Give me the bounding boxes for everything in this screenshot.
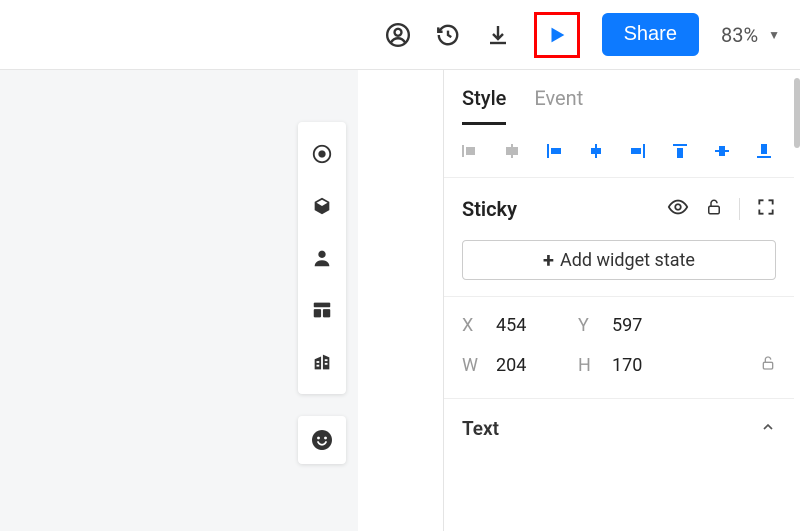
zoom-level[interactable]: 83% ▼ bbox=[721, 23, 780, 47]
align-v-middle-icon[interactable] bbox=[710, 139, 734, 163]
geometry-h[interactable]: H 170 bbox=[578, 355, 694, 376]
tool-3d-icon[interactable] bbox=[298, 180, 346, 232]
tool-target-icon[interactable] bbox=[298, 128, 346, 180]
alignment-row bbox=[444, 125, 794, 178]
preview-play-button[interactable] bbox=[534, 12, 580, 58]
align-h-center-icon[interactable] bbox=[584, 139, 608, 163]
inspector-panel: Style Event bbox=[443, 70, 800, 531]
separator bbox=[739, 198, 740, 220]
align-h-right-icon[interactable] bbox=[626, 139, 650, 163]
tool-emoji-icon[interactable] bbox=[298, 416, 346, 464]
zoom-value: 83% bbox=[721, 23, 758, 47]
lock-icon[interactable] bbox=[705, 197, 723, 221]
widget-name: Sticky bbox=[462, 197, 517, 221]
align-v-bottom-icon[interactable] bbox=[752, 139, 776, 163]
geometry-y[interactable]: Y 597 bbox=[578, 315, 694, 336]
plus-icon: + bbox=[543, 248, 554, 272]
account-icon[interactable] bbox=[384, 21, 412, 49]
expand-icon[interactable] bbox=[756, 197, 776, 221]
align-v-top-icon[interactable] bbox=[668, 139, 692, 163]
tab-event[interactable]: Event bbox=[534, 86, 583, 125]
history-icon[interactable] bbox=[434, 21, 462, 49]
text-section-label: Text bbox=[462, 417, 499, 440]
geometry-section: X 454 Y 597 W 204 H 170 bbox=[444, 297, 794, 398]
panel-scrollbar[interactable] bbox=[794, 78, 800, 523]
add-widget-state-label: Add widget state bbox=[560, 250, 695, 271]
inspector-tabs: Style Event bbox=[444, 70, 794, 125]
share-button[interactable]: Share bbox=[602, 13, 699, 56]
add-widget-state-button[interactable]: + Add widget state bbox=[462, 240, 776, 280]
widget-section-header: Sticky bbox=[444, 178, 794, 240]
chevron-down-icon: ▼ bbox=[768, 28, 780, 42]
tab-style[interactable]: Style bbox=[462, 86, 506, 125]
align-left-icon[interactable] bbox=[458, 139, 482, 163]
geometry-w[interactable]: W 204 bbox=[462, 355, 578, 376]
align-center-h-icon[interactable] bbox=[500, 139, 524, 163]
tool-building-icon[interactable] bbox=[298, 336, 346, 388]
chevron-up-icon bbox=[760, 419, 776, 439]
align-h-left-icon[interactable] bbox=[542, 139, 566, 163]
visibility-icon[interactable] bbox=[667, 196, 689, 222]
download-icon[interactable] bbox=[484, 21, 512, 49]
tool-person-icon[interactable] bbox=[298, 232, 346, 284]
top-toolbar: Share 83% ▼ bbox=[0, 0, 800, 70]
tool-palette bbox=[298, 122, 346, 394]
dimension-lock-icon[interactable] bbox=[760, 354, 776, 376]
text-section-header[interactable]: Text bbox=[444, 398, 794, 458]
scrollbar-thumb[interactable] bbox=[794, 78, 800, 148]
tool-layout-icon[interactable] bbox=[298, 284, 346, 336]
geometry-x[interactable]: X 454 bbox=[462, 315, 578, 336]
